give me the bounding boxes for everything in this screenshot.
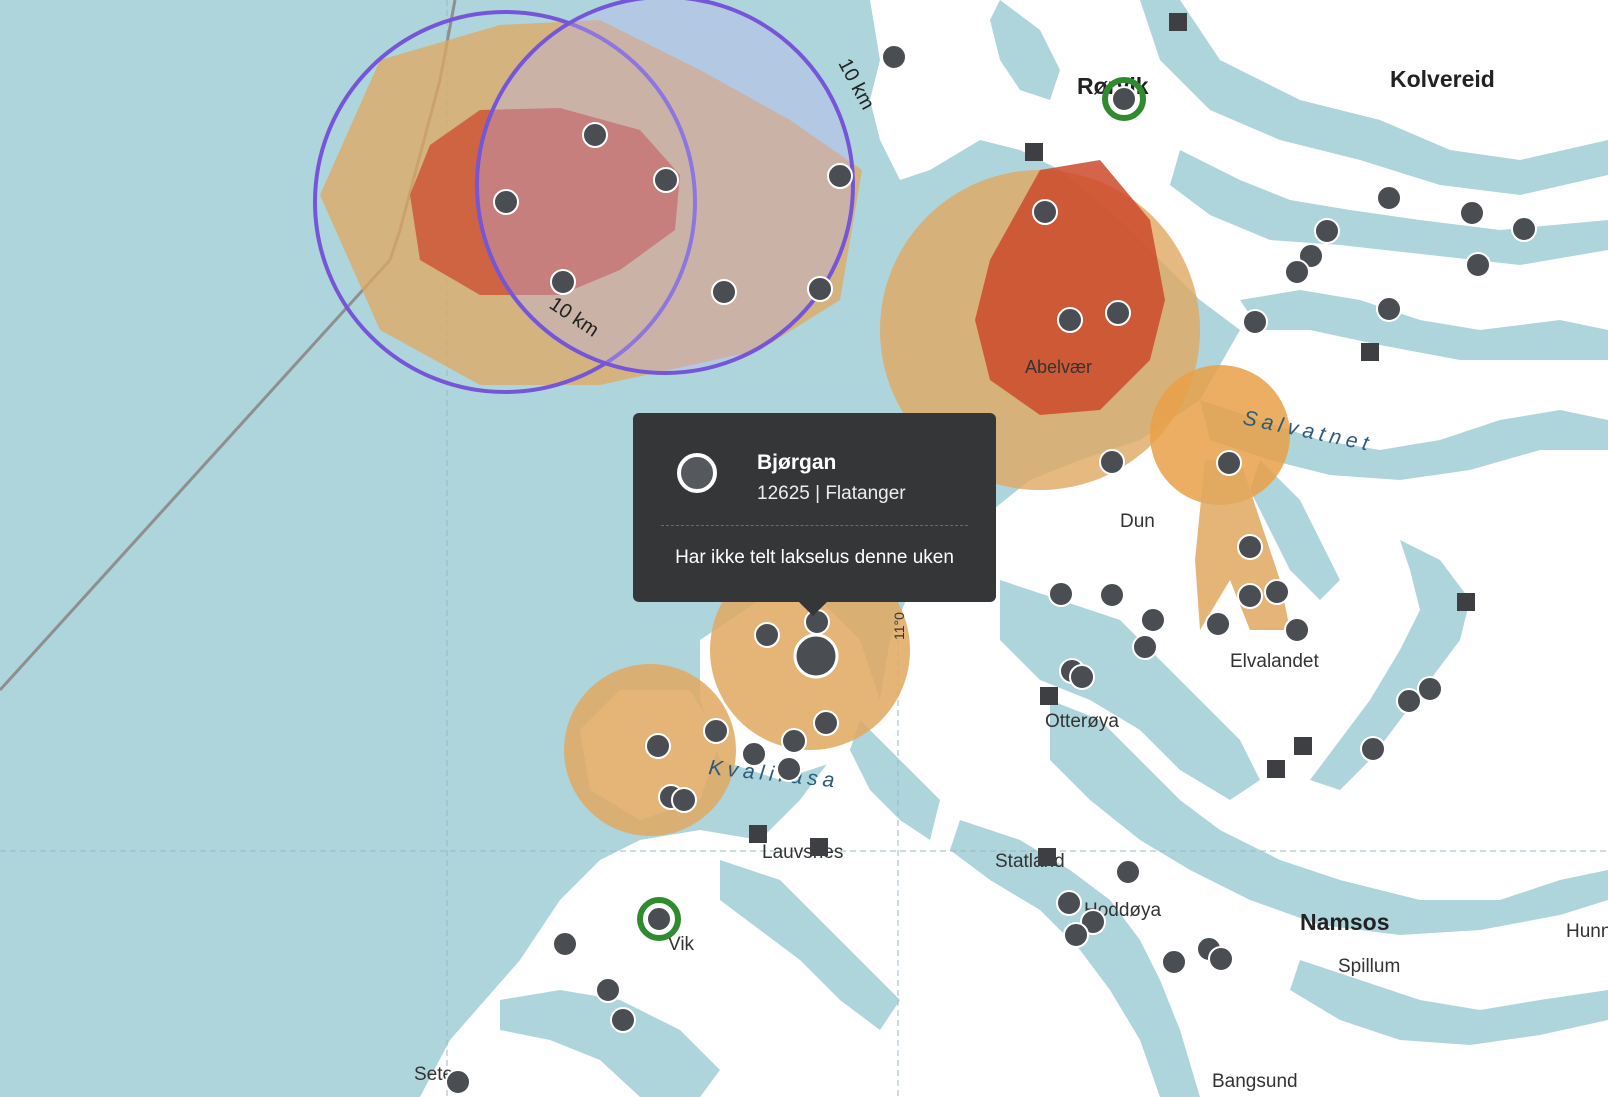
square-marker-icon — [1361, 343, 1379, 361]
circle-marker-icon[interactable] — [1216, 450, 1242, 476]
tooltip-divider — [661, 525, 968, 526]
square-marker-icon — [1294, 737, 1312, 755]
circle-marker-icon[interactable] — [1105, 300, 1131, 326]
circle-marker-icon[interactable] — [1459, 200, 1485, 226]
place-dun: Dun — [1120, 511, 1155, 532]
circle-marker-icon[interactable] — [881, 44, 907, 70]
meridian-label: 11°0 — [891, 612, 907, 640]
place-vik: Vik — [668, 934, 695, 955]
circle-marker-icon[interactable] — [1511, 216, 1537, 242]
circle-marker-icon[interactable] — [445, 1069, 471, 1095]
circle-marker-icon[interactable] — [671, 787, 697, 813]
square-marker-icon — [1038, 848, 1056, 866]
place-otteroya: Otterøya — [1045, 711, 1119, 732]
circle-marker-icon[interactable] — [711, 279, 737, 305]
circle-marker-icon[interactable] — [1208, 946, 1234, 972]
circle-marker-icon[interactable] — [1056, 890, 1082, 916]
circle-marker-icon[interactable] — [1099, 449, 1125, 475]
circle-marker-icon[interactable] — [1237, 534, 1263, 560]
place-elvalandet: Elvalandet — [1230, 651, 1319, 672]
square-marker-icon — [749, 825, 767, 843]
circle-marker-icon[interactable] — [653, 167, 679, 193]
place-spillum: Spillum — [1338, 956, 1400, 977]
circle-marker-icon[interactable] — [1314, 218, 1340, 244]
circle-marker-icon[interactable] — [610, 1007, 636, 1033]
circle-marker-icon[interactable] — [1140, 607, 1166, 633]
square-marker-icon — [810, 838, 828, 856]
place-bangsund: Bangsund — [1212, 1071, 1298, 1092]
circle-marker-icon[interactable] — [807, 276, 833, 302]
circle-marker-icon[interactable] — [1069, 664, 1095, 690]
selected-site-marker[interactable] — [793, 633, 839, 679]
circle-marker-icon[interactable] — [550, 269, 576, 295]
square-marker-icon — [1457, 593, 1475, 611]
circle-marker-icon[interactable] — [493, 189, 519, 215]
circle-marker-icon[interactable] — [1396, 688, 1422, 714]
circle-marker-icon[interactable] — [582, 122, 608, 148]
square-marker-icon — [1169, 13, 1187, 31]
circle-marker-icon[interactable] — [1161, 949, 1187, 975]
circle-marker-icon[interactable] — [1132, 634, 1158, 660]
circle-marker-icon[interactable] — [776, 756, 802, 782]
circle-marker-icon[interactable] — [1376, 185, 1402, 211]
square-marker-icon — [1025, 143, 1043, 161]
circle-marker-icon[interactable] — [1048, 581, 1074, 607]
circle-marker-icon[interactable] — [552, 931, 578, 957]
circle-marker-icon[interactable] — [595, 977, 621, 1003]
tooltip-site-subtitle: 12625 | Flatanger — [757, 483, 906, 504]
circle-marker-icon[interactable] — [703, 718, 729, 744]
circle-marker-icon[interactable] — [1115, 859, 1141, 885]
circle-marker-icon[interactable] — [1360, 736, 1386, 762]
tooltip-site-name: Bjørgan — [757, 451, 837, 474]
place-namsos: Namsos — [1300, 909, 1389, 935]
tooltip-status-message: Har ikke telt lakselus denne uken — [675, 547, 954, 568]
circle-marker-icon[interactable] — [1264, 579, 1290, 605]
circle-marker-icon[interactable] — [1417, 676, 1443, 702]
place-hunn: Hunn — [1566, 921, 1608, 942]
place-kolvereid: Kolvereid — [1390, 66, 1495, 92]
circle-marker-icon[interactable] — [1057, 307, 1083, 333]
site-tooltip: Bjørgan 12625 | Flatanger Har ikke telt … — [633, 413, 996, 616]
place-abelvaer: Abelvær — [1025, 357, 1092, 377]
place-lauvsnes: Lauvsnes — [762, 842, 843, 863]
circle-marker-icon[interactable] — [1376, 296, 1402, 322]
circle-marker-icon — [677, 453, 717, 493]
square-marker-icon — [1040, 687, 1058, 705]
circle-marker-icon[interactable] — [827, 163, 853, 189]
circle-marker-icon[interactable] — [1284, 617, 1310, 643]
circle-marker-icon[interactable] — [1284, 259, 1310, 285]
circle-marker-icon[interactable] — [1099, 582, 1125, 608]
circle-marker-icon[interactable] — [1465, 252, 1491, 278]
circle-marker-icon[interactable] — [1063, 922, 1089, 948]
circle-marker-icon[interactable] — [781, 728, 807, 754]
circle-marker-icon[interactable] — [1242, 309, 1268, 335]
circle-marker-icon[interactable] — [1237, 583, 1263, 609]
circle-marker-icon[interactable] — [645, 733, 671, 759]
circle-marker-icon[interactable] — [754, 622, 780, 648]
circle-marker-icon[interactable] — [1032, 199, 1058, 225]
square-marker-icon — [1267, 760, 1285, 778]
circle-marker-icon[interactable] — [741, 741, 767, 767]
circle-marker-icon[interactable] — [1205, 611, 1231, 637]
circle-marker-icon[interactable] — [813, 710, 839, 736]
